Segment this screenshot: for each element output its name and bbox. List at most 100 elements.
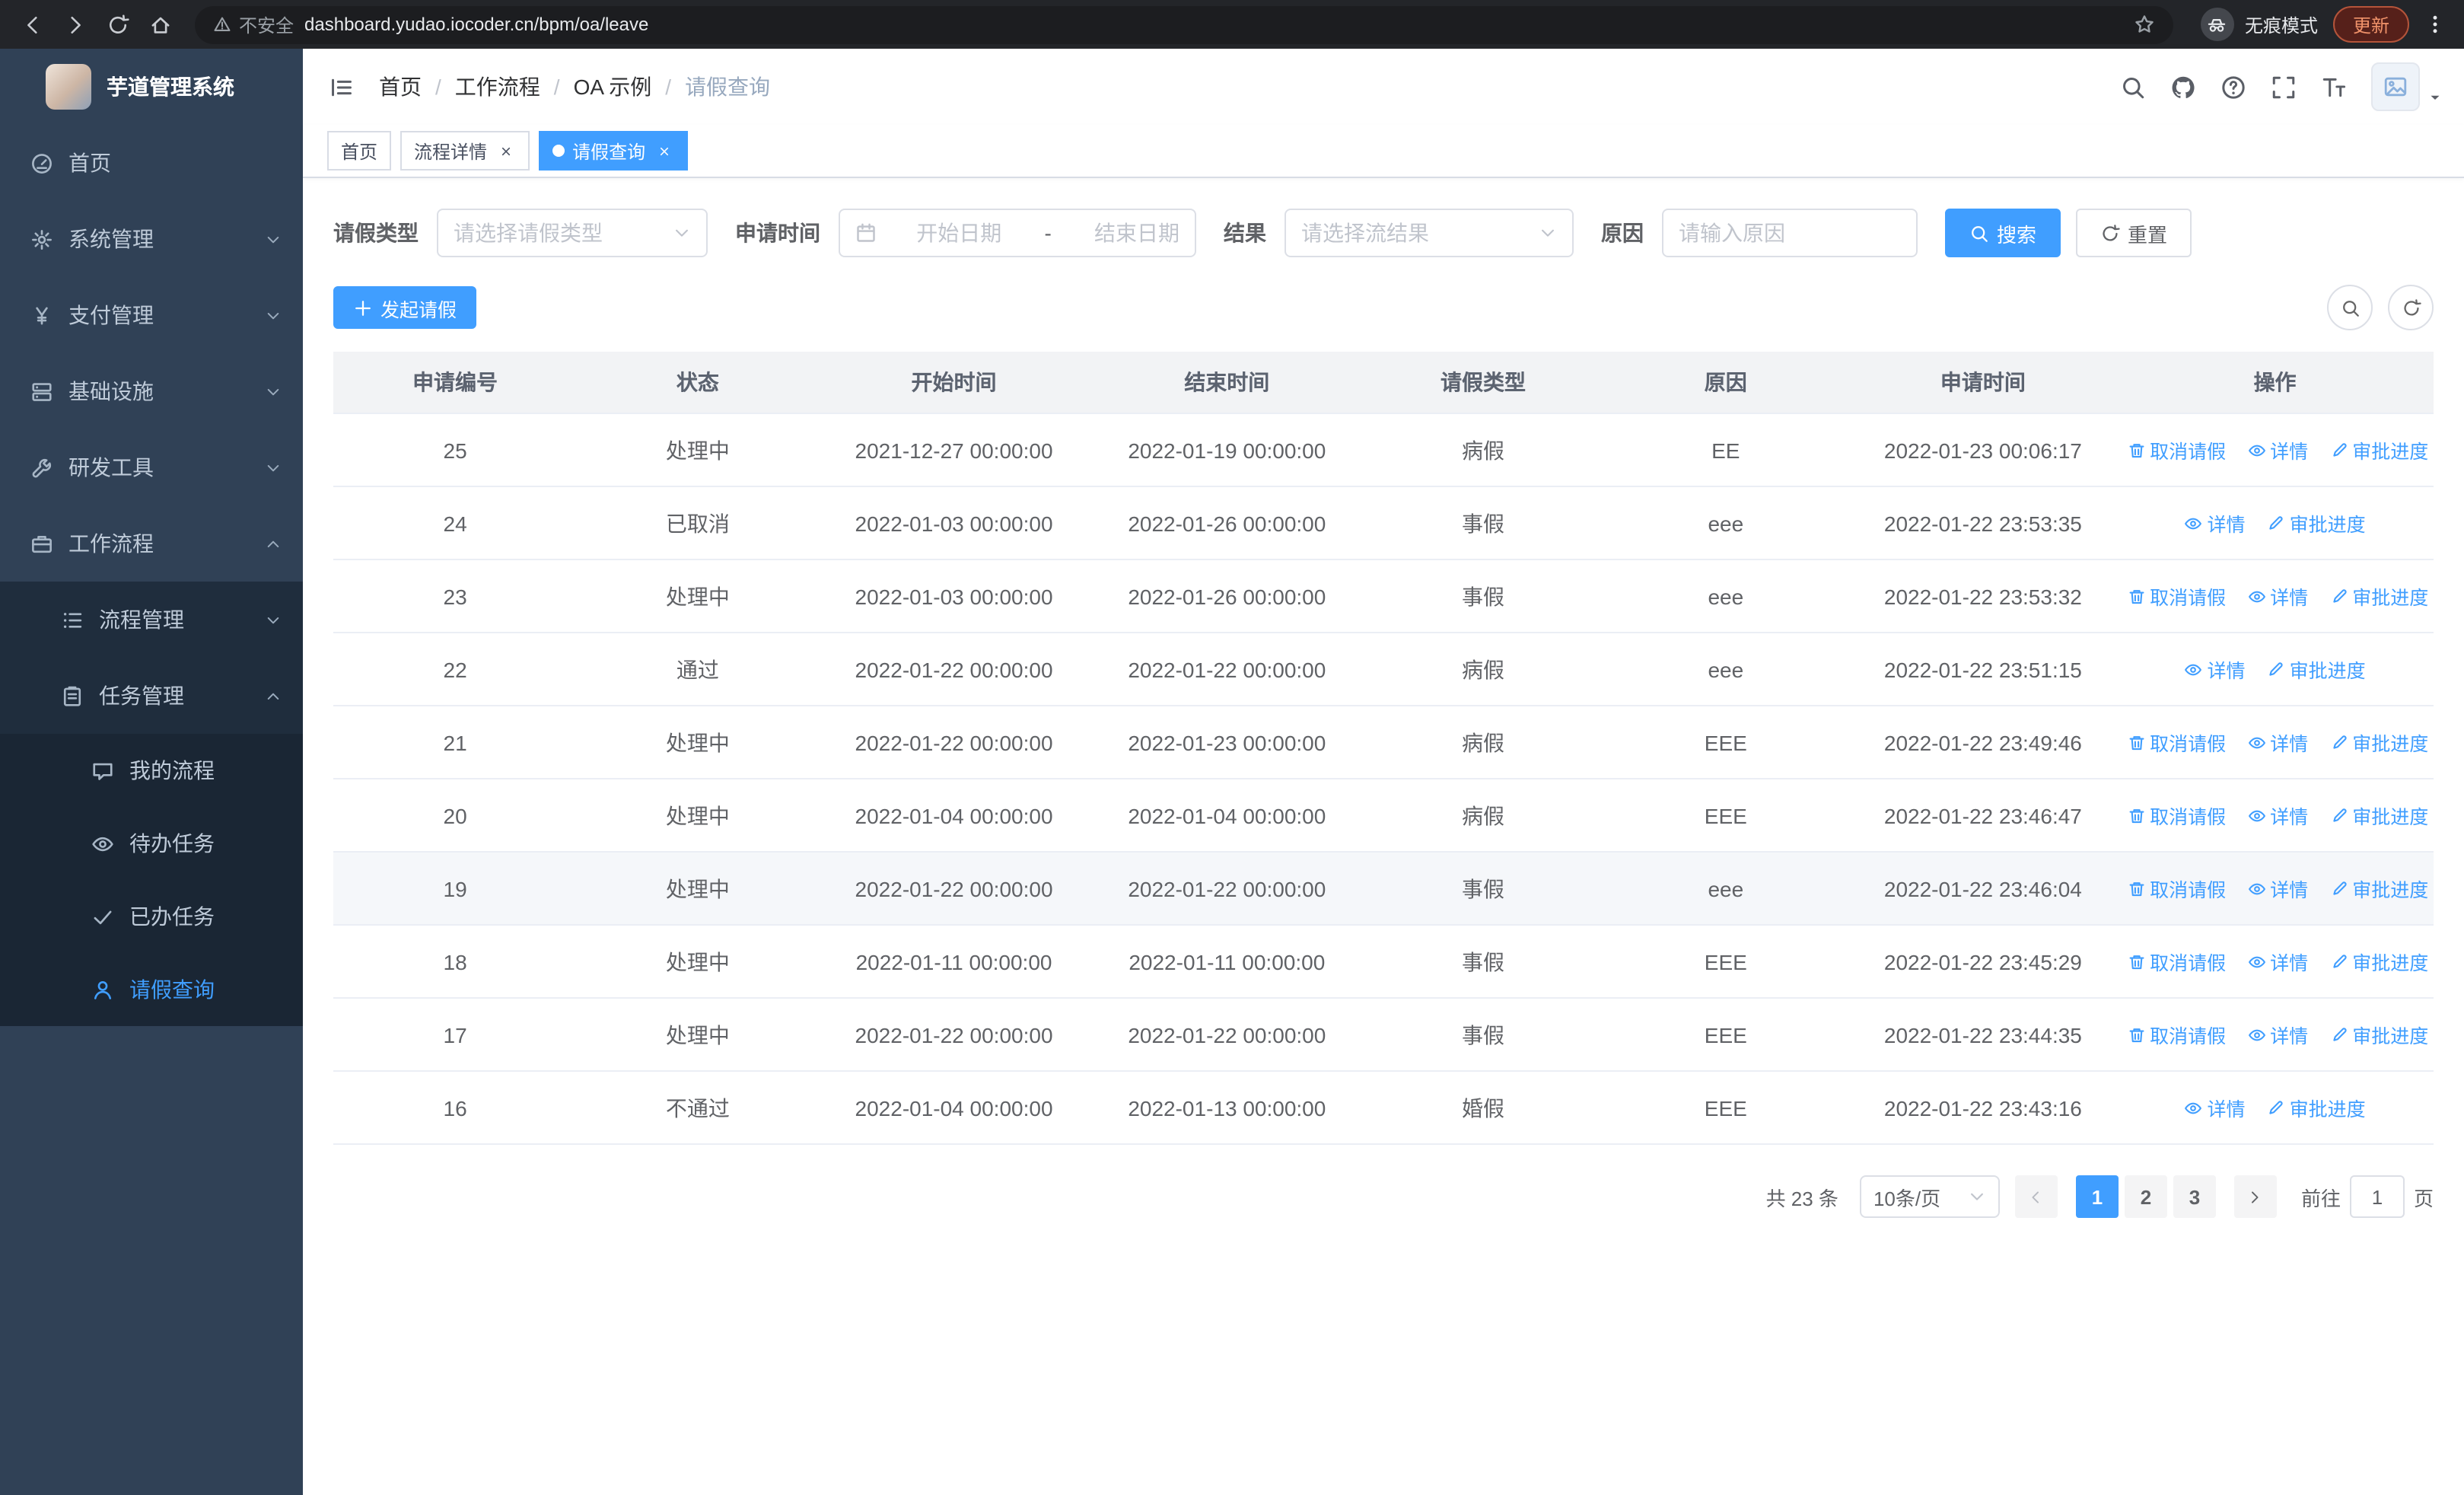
column-header-end: 结束时间 <box>1089 352 1365 414</box>
progress-action[interactable]: 审批进度 <box>2329 801 2428 830</box>
breadcrumb-item[interactable]: 首页 <box>379 72 422 102</box>
create-leave-button[interactable]: 发起请假 <box>333 286 477 329</box>
sidebar-item-todo-task[interactable]: 待办任务 <box>0 807 303 880</box>
cancel-action[interactable]: 取消请假 <box>2127 947 2226 976</box>
user-menu[interactable] <box>2371 62 2443 111</box>
page-button-1[interactable]: 1 <box>2075 1175 2119 1218</box>
filter-item: 结果 请选择流结果 <box>1224 209 1574 257</box>
detail-action[interactable]: 详情 <box>2247 874 2308 903</box>
cancel-action[interactable]: 取消请假 <box>2127 874 2226 903</box>
progress-action[interactable]: 审批进度 <box>2329 947 2428 976</box>
sidebar-item-my-process[interactable]: 我的流程 <box>0 734 303 807</box>
cell-actions: 取消请假 详情 审批进度 <box>2116 706 2434 779</box>
top-navbar: 首页 / 工作流程 / OA 示例 / 请假查询 <box>303 49 2464 125</box>
progress-action[interactable]: 审批进度 <box>2267 508 2366 537</box>
breadcrumb-item[interactable]: 工作流程 <box>455 72 540 102</box>
toggle-search-button[interactable] <box>2327 285 2373 330</box>
detail-action[interactable]: 详情 <box>2185 655 2246 684</box>
app-logo[interactable]: 芋道管理系统 <box>0 49 303 125</box>
sidebar-item-process-mgmt[interactable]: 流程管理 <box>0 582 303 658</box>
reload-icon[interactable] <box>97 5 137 44</box>
edit-icon <box>2329 441 2348 459</box>
reset-button[interactable]: 重置 <box>2076 209 2192 257</box>
security-indicator[interactable]: 不安全 <box>213 11 294 37</box>
sidebar: 芋道管理系统 首页 系统管理支付管理基础设施 研发工具 工作流程 流程管理 任务管理 我的流… <box>0 49 303 1495</box>
bookmark-star-icon[interactable] <box>2134 14 2155 35</box>
github-icon[interactable] <box>2170 74 2196 100</box>
cancel-action[interactable]: 取消请假 <box>2127 801 2226 830</box>
cancel-action[interactable]: 取消请假 <box>2127 582 2226 610</box>
tab-process-detail[interactable]: 流程详情 <box>400 131 530 171</box>
cell-status: 处理中 <box>577 706 819 779</box>
detail-action[interactable]: 详情 <box>2247 582 2308 610</box>
refresh-table-button[interactable] <box>2388 285 2434 330</box>
update-button[interactable]: 更新 <box>2332 6 2409 43</box>
page-button-2[interactable]: 2 <box>2124 1175 2167 1218</box>
progress-action[interactable]: 审批进度 <box>2329 728 2428 757</box>
prev-page-button[interactable] <box>2014 1175 2058 1218</box>
goto-page-input[interactable] <box>2349 1175 2405 1218</box>
font-size-icon[interactable] <box>2321 74 2347 100</box>
tab-home[interactable]: 首页 <box>327 131 392 171</box>
sidebar-item-home[interactable]: 首页 <box>0 125 303 201</box>
cancel-action[interactable]: 取消请假 <box>2127 728 2226 757</box>
detail-action[interactable]: 详情 <box>2185 508 2246 537</box>
tab-leave-query[interactable]: 请假查询 <box>539 131 689 171</box>
detail-action[interactable]: 详情 <box>2247 435 2308 464</box>
result-select[interactable]: 请选择流结果 <box>1285 209 1574 257</box>
browser-menu-icon[interactable] <box>2418 8 2452 41</box>
sidebar-item-payment[interactable]: 支付管理 <box>0 277 303 353</box>
cell-reason: eee <box>1601 559 1850 633</box>
home-icon[interactable] <box>140 5 180 44</box>
next-page-button[interactable] <box>2233 1175 2277 1218</box>
filter-buttons: 搜索 重置 <box>1945 209 2192 257</box>
cell-status: 处理中 <box>577 779 819 853</box>
breadcrumb-item[interactable]: OA 示例 <box>574 72 652 102</box>
logo-avatar <box>46 64 91 110</box>
search-button[interactable]: 搜索 <box>1945 209 2061 257</box>
sidebar-toggle-button[interactable] <box>303 49 379 125</box>
detail-action[interactable]: 详情 <box>2247 728 2308 757</box>
forward-icon[interactable] <box>55 5 94 44</box>
sidebar-item-infrastructure[interactable]: 基础设施 <box>0 353 303 429</box>
sidebar-item-done-task[interactable]: 已办任务 <box>0 880 303 953</box>
sidebar-item-leave-query[interactable]: 请假查询 <box>0 953 303 1026</box>
sidebar-item-task-mgmt[interactable]: 任务管理 <box>0 658 303 734</box>
sidebar-item-label: 支付管理 <box>68 303 154 327</box>
close-icon[interactable] <box>653 140 674 161</box>
help-icon[interactable] <box>2220 74 2246 100</box>
cell-applied: 2022-01-22 23:45:29 <box>1849 925 2117 999</box>
cancel-action[interactable]: 取消请假 <box>2127 435 2226 464</box>
sidebar-item-devtools[interactable]: 研发工具 <box>0 429 303 505</box>
apply-time-range[interactable]: 开始日期 - 结束日期 <box>839 209 1196 257</box>
table-row: 17 处理中 2022-01-22 00:00:00 2022-01-22 00:00… <box>333 998 2434 1072</box>
page-button-3[interactable]: 3 <box>2173 1175 2216 1218</box>
search-icon[interactable] <box>2120 74 2146 100</box>
chevron-down-icon <box>265 231 282 247</box>
leave-type-select[interactable]: 请选择请假类型 <box>437 209 708 257</box>
address-bar[interactable]: 不安全 dashboard.yudao.iocoder.cn/bpm/oa/le… <box>195 5 2173 43</box>
progress-action[interactable]: 审批进度 <box>2329 1020 2428 1049</box>
page-size-select[interactable]: 10条/页 <box>1859 1175 2000 1218</box>
detail-action[interactable]: 详情 <box>2247 947 2308 976</box>
fullscreen-icon[interactable] <box>2271 74 2297 100</box>
delete-icon <box>2127 952 2145 971</box>
progress-action[interactable]: 审批进度 <box>2329 435 2428 464</box>
progress-action[interactable]: 审批进度 <box>2329 874 2428 903</box>
close-icon[interactable] <box>495 140 516 161</box>
progress-action[interactable]: 审批进度 <box>2329 582 2428 610</box>
back-icon[interactable] <box>12 5 52 44</box>
breadcrumb: 首页 / 工作流程 / OA 示例 / 请假查询 <box>379 72 770 102</box>
cell-reason: EEE <box>1601 706 1850 779</box>
progress-action[interactable]: 审批进度 <box>2267 655 2366 684</box>
detail-action[interactable]: 详情 <box>2247 801 2308 830</box>
search-icon <box>1969 223 1989 243</box>
sidebar-item-system[interactable]: 系统管理 <box>0 201 303 277</box>
sidebar-item-workflow[interactable]: 工作流程 <box>0 505 303 582</box>
cancel-action[interactable]: 取消请假 <box>2127 1020 2226 1049</box>
reason-input[interactable]: 请输入原因 <box>1662 209 1918 257</box>
detail-action[interactable]: 详情 <box>2247 1020 2308 1049</box>
progress-action[interactable]: 审批进度 <box>2267 1093 2366 1122</box>
detail-action[interactable]: 详情 <box>2185 1093 2246 1122</box>
cell-applied: 2022-01-22 23:53:32 <box>1849 559 2117 633</box>
